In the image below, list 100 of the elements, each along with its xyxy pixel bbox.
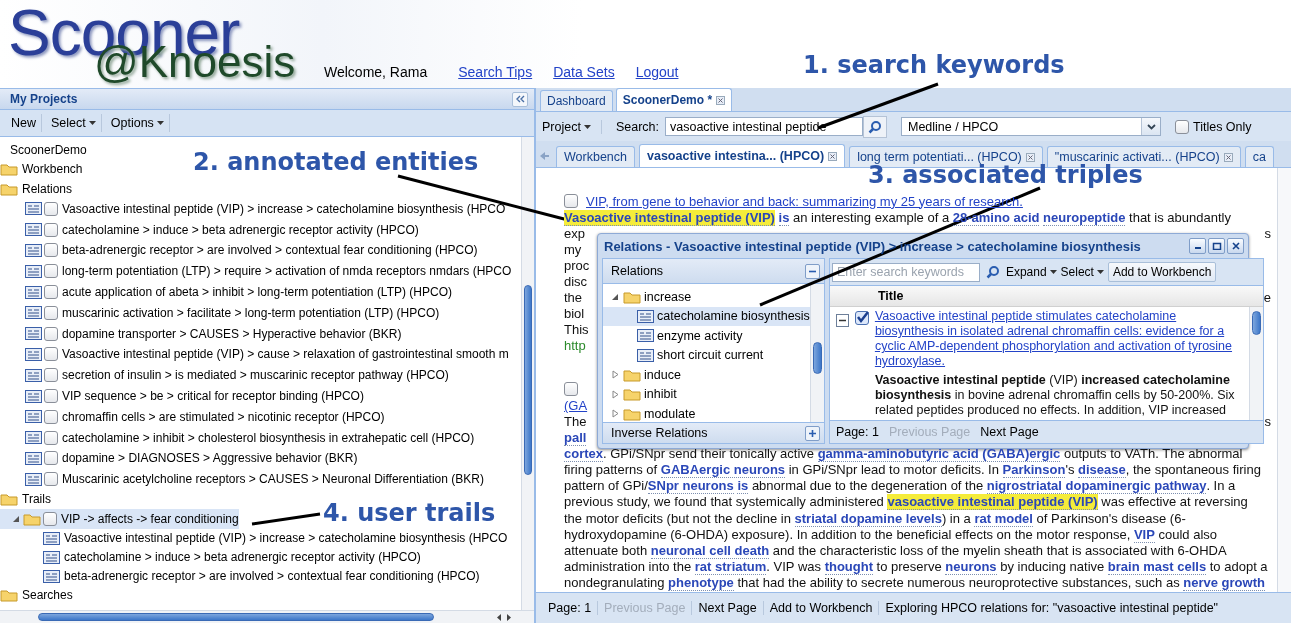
tree-label: enzyme activity bbox=[657, 328, 743, 343]
tab[interactable]: ca bbox=[1244, 146, 1274, 167]
tree-item[interactable]: catecholamine > inhibit > cholesterol biosynthesis in extrahepatic cell (HPCO) bbox=[0, 427, 475, 449]
tree-item[interactable]: VIP sequence > be > critical for receptor binding (HPCO) bbox=[0, 385, 364, 407]
checkbox[interactable] bbox=[44, 389, 58, 404]
list-icon bbox=[637, 329, 654, 343]
tab[interactable]: Dashboard bbox=[540, 90, 613, 111]
tree-item[interactable]: Vasoactive intestinal peptide (VIP) > increase > catecholamine biosynthesis (HPCO bbox=[0, 198, 506, 220]
tab[interactable]: ScoonerDemo * bbox=[615, 88, 733, 111]
vertical-scrollbar[interactable] bbox=[521, 137, 534, 610]
checkbox[interactable] bbox=[564, 382, 578, 396]
close-button[interactable] bbox=[1227, 238, 1244, 254]
horizontal-scrollbar[interactable] bbox=[0, 610, 534, 623]
next-page-button[interactable]: Next Page bbox=[980, 425, 1039, 439]
tree-item[interactable]: induce bbox=[603, 365, 810, 385]
tree-item[interactable]: short circuit current bbox=[603, 345, 810, 365]
tree-item[interactable]: inhibit bbox=[603, 384, 810, 404]
double-chevron-icon bbox=[515, 95, 525, 103]
tree-item[interactable]: acute application of abeta > inhibit > long-term potentiation (LTP) (HPCO) bbox=[0, 281, 452, 303]
tree-item[interactable]: Vasoactive intestinal peptide (VIP) > cause > relaxation of gastrointestinal smooth m bbox=[0, 344, 509, 365]
vertical-scrollbar[interactable] bbox=[809, 284, 824, 422]
checkbox[interactable] bbox=[1175, 119, 1189, 134]
toolbar-button[interactable]: Options bbox=[105, 114, 170, 132]
menu-button[interactable]: Expand bbox=[1005, 265, 1057, 279]
vertical-scrollbar[interactable] bbox=[1248, 307, 1263, 420]
tree-item[interactable]: modulate bbox=[603, 404, 810, 424]
checkbox[interactable] bbox=[43, 511, 57, 526]
tree-item[interactable]: secretion of insulin > is mediated > muscarinic receptor pathway (HPCO) bbox=[0, 364, 449, 386]
collapse-button[interactable] bbox=[804, 263, 820, 279]
checkbox[interactable] bbox=[44, 222, 58, 237]
tree-item[interactable]: ScoonerDemo bbox=[0, 140, 87, 160]
article-title-link[interactable]: Vasoactive intestinal peptide stimulates catecholamine biosynthesis in isolated adrenal chromaffin cells: evidence for a cyclic AMP-dependent phosphorylation and activation of tyrosine hydroxylase. bbox=[874, 309, 1245, 369]
checkbox[interactable] bbox=[44, 243, 58, 258]
tree-item[interactable]: catecholamine > induce > beta adrenergic receptor activity (HPCO) bbox=[0, 219, 419, 241]
checkbox[interactable] bbox=[854, 311, 869, 325]
toolbar-button[interactable]: Select bbox=[46, 114, 102, 132]
tree-item[interactable]: enzyme activity bbox=[603, 326, 810, 346]
list-icon bbox=[25, 368, 42, 382]
folder-icon bbox=[0, 181, 18, 196]
tree-item[interactable]: Relations bbox=[0, 179, 73, 199]
source-dropdown[interactable]: Medline / HPCO bbox=[901, 117, 1161, 136]
tree-item[interactable]: Vasoactive intestinal peptide (VIP) > increase > catecholamine biosynthesis (HPCO bbox=[0, 528, 508, 548]
abstract-line: previous study, we found that systemically administered vasoactive intestinal peptide (VIP) was effective at reversing bbox=[564, 494, 1248, 511]
tree-item[interactable]: beta-adrenergic receptor > are involved > contextual fear conditioning (HPCO) bbox=[0, 566, 480, 586]
toolbar-button[interactable]: New bbox=[6, 114, 42, 132]
collapse-row-button[interactable] bbox=[835, 314, 849, 327]
abstract-line: the motor deficits (but not the decline in striatal dopamine levels) in a rat model of Parkinson's disease (6- bbox=[564, 510, 1186, 527]
tree-item[interactable]: Trails bbox=[0, 489, 51, 510]
tree-item[interactable]: dopamine transporter > CAUSES > Hyperactive behavior (BKR) bbox=[0, 323, 402, 345]
tree-item[interactable]: increase bbox=[603, 287, 810, 307]
tree-item[interactable]: beta-adrenergic receptor > are involved > contextual fear conditioning (HPCO) bbox=[0, 240, 478, 261]
tree-item[interactable]: VIP -> affects -> fear conditioning bbox=[0, 509, 239, 529]
search-icon bbox=[868, 119, 882, 134]
tree-item[interactable]: long-term potentiation (LTP) > require > activation of nmda receptors nmdars (HPCO bbox=[0, 260, 512, 282]
next-page-button[interactable]: Next Page bbox=[692, 601, 764, 615]
checkbox[interactable] bbox=[44, 368, 58, 383]
checkbox[interactable] bbox=[44, 285, 58, 300]
checkbox[interactable] bbox=[44, 409, 58, 424]
nav-link[interactable]: Search Tips bbox=[458, 64, 533, 80]
collapse-button[interactable] bbox=[512, 91, 528, 107]
checkbox[interactable] bbox=[44, 326, 58, 341]
expand-button[interactable] bbox=[804, 425, 820, 441]
search-field[interactable]: vasoactive intestinal peptide bbox=[665, 117, 863, 136]
vertical-scrollbar[interactable] bbox=[1277, 168, 1291, 592]
tab[interactable]: Workbench bbox=[556, 146, 635, 167]
checkbox[interactable] bbox=[44, 472, 58, 487]
tree-item[interactable]: chromaffin cells > are stimulated > nicotinic receptor (HPCO) bbox=[0, 406, 385, 428]
checkbox[interactable] bbox=[44, 201, 58, 216]
tab[interactable]: vasoactive intestina... (HPCO) bbox=[639, 144, 846, 167]
checkbox[interactable] bbox=[44, 451, 58, 466]
tree-item[interactable]: Searches bbox=[0, 585, 73, 606]
tree-item[interactable]: catecholamine > induce > beta adrenergic receptor activity (HPCO) bbox=[0, 547, 421, 567]
checkbox[interactable] bbox=[44, 347, 58, 362]
add-to-workbench-button[interactable]: Add to Workbench bbox=[1107, 262, 1217, 282]
checkbox[interactable] bbox=[44, 430, 58, 445]
tree-label: VIP -> affects -> fear conditioning bbox=[60, 511, 239, 526]
tree-item[interactable]: Workbench bbox=[0, 159, 83, 179]
nav-link[interactable]: Logout bbox=[635, 64, 679, 80]
list-icon bbox=[25, 327, 42, 341]
search-button[interactable] bbox=[863, 115, 887, 138]
tree-item[interactable]: Muscarinic acetylcholine receptors > CAUSES > Neuronal Differentiation (BKR) bbox=[0, 468, 484, 490]
result-title-link[interactable]: (GA bbox=[564, 398, 588, 414]
abstract-line: hydroxydopamine (6-OHDA) exposure). In addition to the beneficial effects on the motor response, VIP could also bbox=[564, 526, 1218, 543]
checkbox[interactable] bbox=[44, 305, 58, 320]
tree-item[interactable]: muscarinic activation > facilitate > long-term potentiation (LTP) (HPCO) bbox=[0, 302, 440, 324]
minimize-button[interactable] bbox=[1189, 238, 1206, 254]
checkbox[interactable] bbox=[44, 264, 58, 279]
tree-label: induce bbox=[644, 367, 681, 382]
tree-item[interactable]: dopamine > DIAGNOSES > Aggressive behavior (BKR) bbox=[0, 448, 358, 469]
project-menu[interactable]: Project bbox=[542, 119, 602, 134]
menu-button[interactable]: Select bbox=[1060, 265, 1104, 279]
search-label: Search: bbox=[615, 119, 659, 134]
maximize-button[interactable] bbox=[1208, 238, 1225, 254]
tree-item[interactable]: catecholamine biosynthesis bbox=[603, 306, 810, 326]
tree-label: increase bbox=[644, 289, 692, 304]
abstract-line: s bbox=[1264, 414, 1271, 431]
nav-link[interactable]: Data Sets bbox=[553, 64, 615, 80]
add-to-workbench-button[interactable]: Add to Workbench bbox=[763, 601, 880, 615]
checkbox[interactable] bbox=[564, 194, 578, 208]
tree-label: ScoonerDemo bbox=[9, 142, 87, 157]
